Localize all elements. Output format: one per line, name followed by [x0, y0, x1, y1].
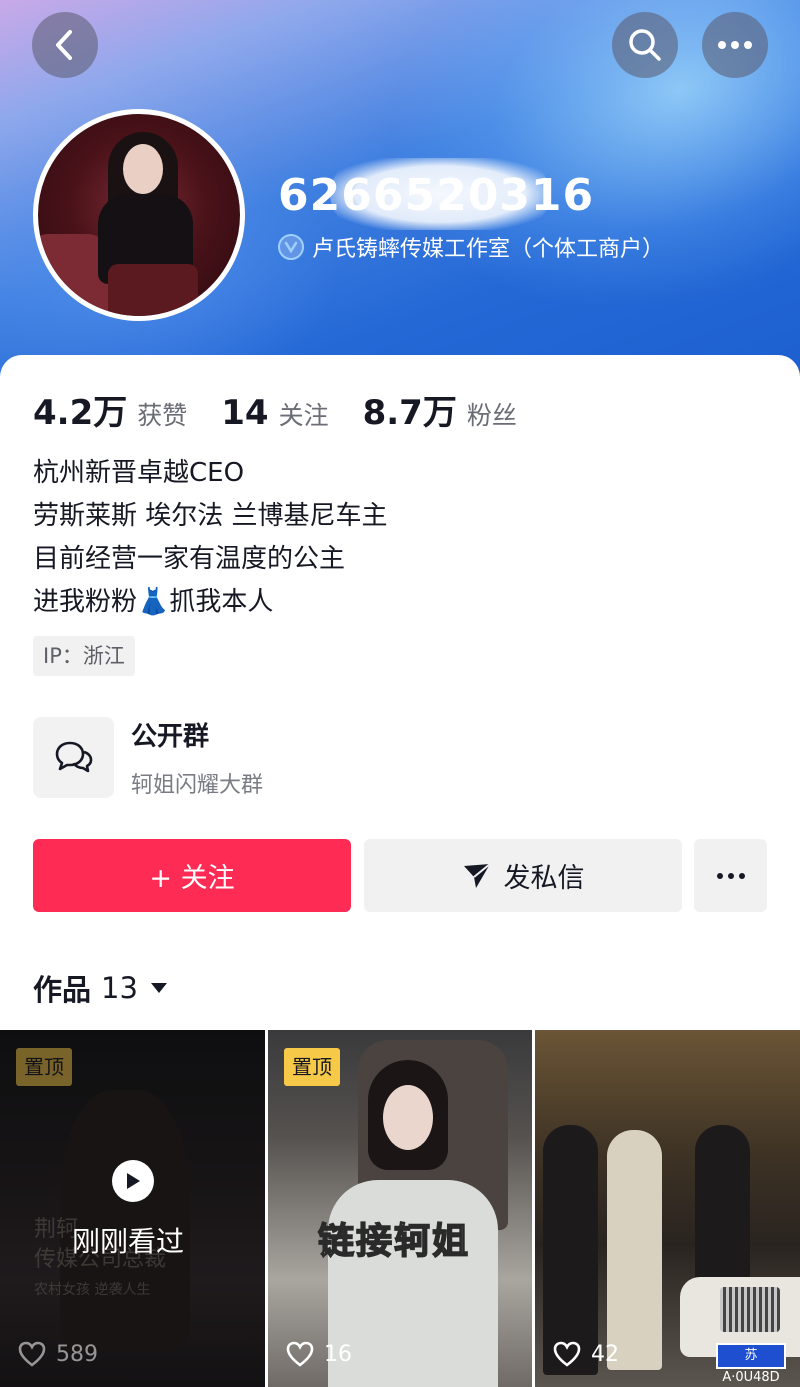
pinned-badge: 置顶 [16, 1048, 72, 1086]
group-chat-icon [33, 716, 114, 798]
likes-count: 589 [56, 1341, 98, 1367]
chevron-left-icon [56, 30, 72, 60]
video-tile[interactable]: 苏A·0U48D 42 [535, 1030, 800, 1387]
avatar[interactable] [33, 109, 245, 321]
video-grid: 荆轲 传媒公司总裁 农村女孩 逆袭人生 置顶 刚刚看过 589 置顶 链接轲姐 … [0, 1030, 800, 1387]
verification-text: 卢氏铸蟀传媒工作室（个体工商户） [312, 237, 665, 262]
caret-down-icon [150, 983, 167, 993]
stat-likes[interactable]: 4.2万 获赞 [33, 385, 187, 434]
more-options-button[interactable] [702, 12, 768, 78]
works-label: 作品 [33, 973, 92, 1007]
works-count: 13 [101, 971, 138, 1005]
recently-viewed-label: 刚刚看过 [72, 1225, 185, 1258]
verification-line[interactable]: 卢氏铸蟀传媒工作室（个体工商户） [278, 232, 664, 262]
likes-count: 42 [591, 1341, 619, 1367]
send-icon [463, 862, 491, 888]
video-cover-text: 链接轲姐 [317, 1220, 471, 1263]
group-name: 轲姐闪耀大群 [131, 772, 264, 798]
stat-value: 14 [221, 393, 269, 433]
send-message-button[interactable]: 发私信 [364, 839, 682, 912]
send-message-label: 发私信 [503, 863, 585, 894]
username-redaction [330, 158, 550, 230]
ip-location-tag: IP：浙江 [33, 636, 135, 676]
follow-button[interactable]: + 关注 [33, 839, 351, 912]
bio-line: 进我粉粉👗抓我本人 [33, 587, 274, 617]
video-likes: 16 [286, 1341, 352, 1367]
back-button[interactable] [32, 12, 98, 78]
bio-line: 目前经营一家有温度的公主 [33, 544, 346, 574]
play-icon [112, 1160, 154, 1202]
stat-label: 关注 [278, 401, 329, 430]
heart-icon [18, 1341, 46, 1367]
stat-followers[interactable]: 8.7万 粉丝 [363, 385, 517, 434]
likes-count: 16 [324, 1341, 352, 1367]
heart-icon [286, 1341, 314, 1367]
verified-icon [278, 234, 304, 260]
search-icon [629, 29, 661, 61]
bio: 杭州新晋卓越CEO 劳斯莱斯 埃尔法 兰博基尼车主 目前经营一家有温度的公主 进… [33, 452, 388, 624]
stat-following[interactable]: 14 关注 [221, 393, 328, 433]
license-plate: 苏A·0U48D [716, 1343, 786, 1385]
group-title: 公开群 [131, 721, 210, 752]
stat-value: 8.7万 [362, 393, 457, 433]
bio-line: 杭州新晋卓越CEO [33, 458, 245, 488]
heart-icon [553, 1341, 581, 1367]
video-likes: 589 [18, 1341, 98, 1367]
ellipsis-icon [716, 872, 745, 879]
video-tile[interactable]: 荆轲 传媒公司总裁 农村女孩 逆袭人生 置顶 刚刚看过 589 [0, 1030, 265, 1387]
bio-line: 劳斯莱斯 埃尔法 兰博基尼车主 [33, 501, 388, 531]
video-likes: 42 [553, 1341, 619, 1367]
search-button[interactable] [612, 12, 678, 78]
public-group-entry[interactable]: 公开群 轲姐闪耀大群 [33, 716, 263, 798]
tab-works[interactable]: 作品 13 [33, 966, 168, 1010]
follow-button-label: + 关注 [149, 863, 235, 894]
ellipsis-icon [718, 41, 752, 49]
stat-value: 4.2万 [33, 393, 128, 433]
stat-label: 获赞 [137, 401, 188, 430]
pinned-badge: 置顶 [284, 1048, 340, 1086]
video-tile[interactable]: 置顶 链接轲姐 16 [268, 1030, 532, 1387]
stats-row: 4.2万 获赞 14 关注 8.7万 粉丝 [33, 385, 551, 433]
stat-label: 粉丝 [466, 401, 517, 430]
more-actions-button[interactable] [694, 839, 767, 912]
